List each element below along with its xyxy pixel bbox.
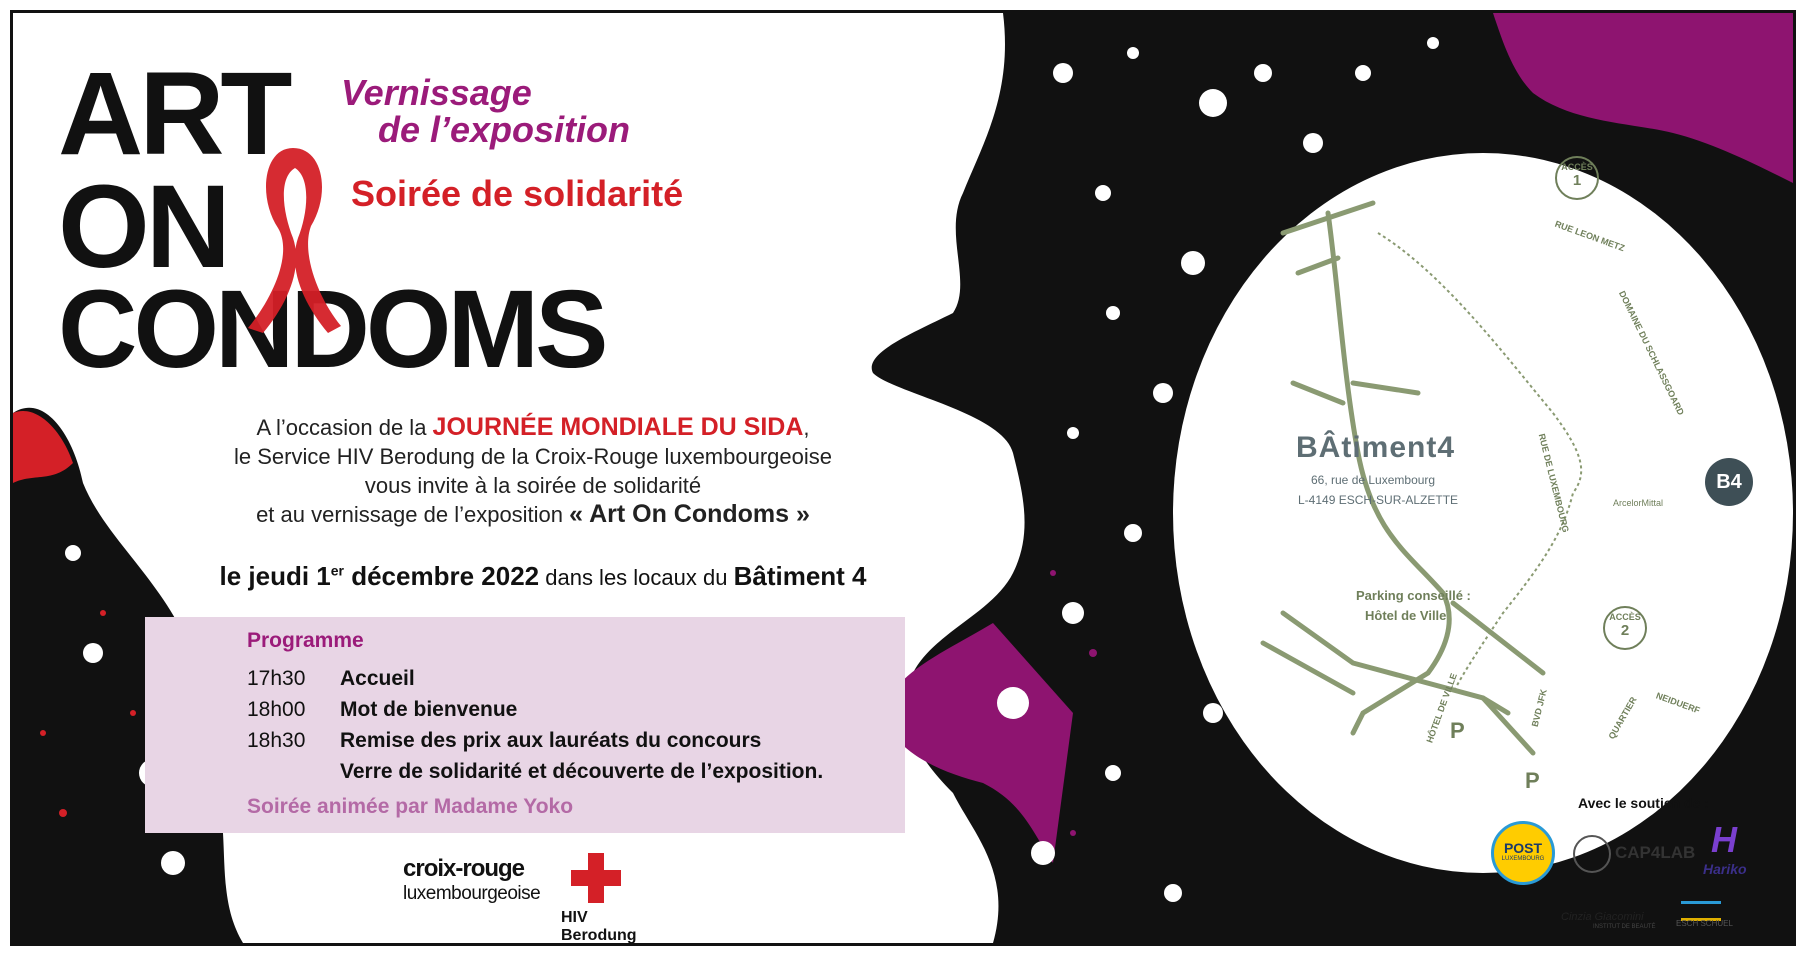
- invitation-line1-suffix: ,: [803, 415, 810, 440]
- parking-p-1: P: [1450, 718, 1465, 743]
- croix-rouge-logo: croix-rouge luxembourgeoise HIV Berodung: [403, 853, 663, 943]
- invitation-text: A l’occasion de la JOURNÉE MONDIALE DU S…: [173, 413, 893, 529]
- art-on-condoms-highlight: « Art On Condoms »: [569, 500, 810, 528]
- parking-label1: Parking conseillé :: [1356, 588, 1471, 603]
- acces2-badge: ACCÈS 2: [1603, 606, 1647, 650]
- invitation-line4: et au vernissage de l’exposition « Art O…: [173, 500, 893, 529]
- croix-rouge-line1: croix-rouge: [403, 855, 525, 882]
- hariko-logo: Hariko: [1703, 861, 1747, 877]
- red-cross-icon: [571, 853, 621, 903]
- invitation-line4-prefix: et au vernissage de l’exposition: [256, 502, 570, 527]
- parking-label2: Hôtel de Ville: [1365, 608, 1447, 623]
- acces1-num: 1: [1572, 172, 1582, 189]
- acces2-num: 2: [1620, 622, 1630, 639]
- programme-label-1: Accueil: [340, 667, 415, 690]
- programme-box: Programme 17h30 Accueil 18h00 Mot de bie…: [145, 617, 905, 833]
- post-logo-text: POST: [1503, 840, 1543, 856]
- croix-rouge-line2: luxembourgeoise: [403, 883, 541, 904]
- poster-frame: ART ON CONDOMS Vernissage de l’expositio…: [10, 10, 1796, 946]
- programme-heading: Programme: [247, 629, 364, 652]
- esch-logo: ESCH SCHUEL: [1676, 919, 1733, 928]
- programme-time-3: 18h30: [247, 729, 306, 752]
- venue-address1: 66, rue de Luxembourg: [1311, 473, 1436, 487]
- journee-mondiale-highlight: JOURNÉE MONDIALE DU SIDA: [432, 413, 804, 441]
- subtitle-vernissage-line1: Vernissage: [341, 72, 532, 113]
- post-logo: POST LUXEMBOURG: [1491, 821, 1555, 885]
- red-ribbon-icon: [248, 148, 341, 333]
- subtitle-exposition: de l’exposition: [378, 109, 631, 150]
- cap4lab-icon: [1573, 835, 1611, 873]
- programme-time-1: 17h30: [247, 667, 306, 690]
- programme-label-2: Mot de bienvenue: [340, 698, 518, 721]
- cinzia-logo: Cinzia Giacomini: [1561, 911, 1644, 923]
- subtitle-vernissage: Vernissage: [341, 73, 532, 113]
- date-part4: Bâtiment 4: [733, 561, 867, 591]
- date-part3: dans les locaux du: [539, 565, 734, 590]
- invitation-line1-prefix: A l’occasion de la: [256, 415, 433, 440]
- programme-label-4: Verre de solidarité et découverte de l’e…: [340, 760, 824, 783]
- programme-time-2: 18h00: [247, 698, 306, 721]
- date-line: le jeudi 1er décembre 2022 dans les loca…: [163, 561, 923, 592]
- invitation-line2: le Service HIV Berodung de la Croix-Roug…: [234, 444, 832, 469]
- date-part1: le jeudi 1: [219, 561, 331, 591]
- subtitle-soiree: Soirée de solidarité: [351, 173, 684, 214]
- venue-address2: L-4149 ESCH-SUR-ALZETTE: [1298, 493, 1459, 507]
- venue-name: BÂtiment4: [1296, 431, 1456, 464]
- programme-label-3: Remise des prix aux lauréats du concours: [340, 729, 762, 752]
- croix-rouge-sub: HIV Berodung: [561, 909, 637, 944]
- esch-icon: [1681, 901, 1721, 921]
- invitation-line3: vous invite à la soirée de solidarité: [364, 473, 702, 498]
- hariko-icon: H: [1711, 819, 1737, 860]
- cinzia-logo-sub: INSTITUT DE BEAUTÉ: [1593, 924, 1656, 930]
- programme-footer: Soirée animée par Madame Yoko: [247, 795, 574, 818]
- sponsors-heading: Avec le soutien de :: [1578, 795, 1709, 811]
- post-logo-sub: LUXEMBOURG: [1501, 856, 1545, 862]
- cap4lab-logo: CAP4LAB: [1615, 843, 1696, 862]
- acces1-label: ACCÈS: [1561, 162, 1593, 172]
- date-part2: décembre 2022: [343, 561, 540, 591]
- acces1-badge: ACCÈS 1: [1555, 156, 1599, 200]
- acces2-label: ACCÈS: [1609, 612, 1641, 622]
- invitation-line1: A l’occasion de la JOURNÉE MONDIALE DU S…: [173, 413, 893, 442]
- street-arcelor: ArcelorMittal: [1613, 498, 1664, 508]
- parking-p-2: P: [1525, 768, 1540, 793]
- date-sup: er: [330, 562, 344, 579]
- b4-badge: B4: [1705, 458, 1753, 506]
